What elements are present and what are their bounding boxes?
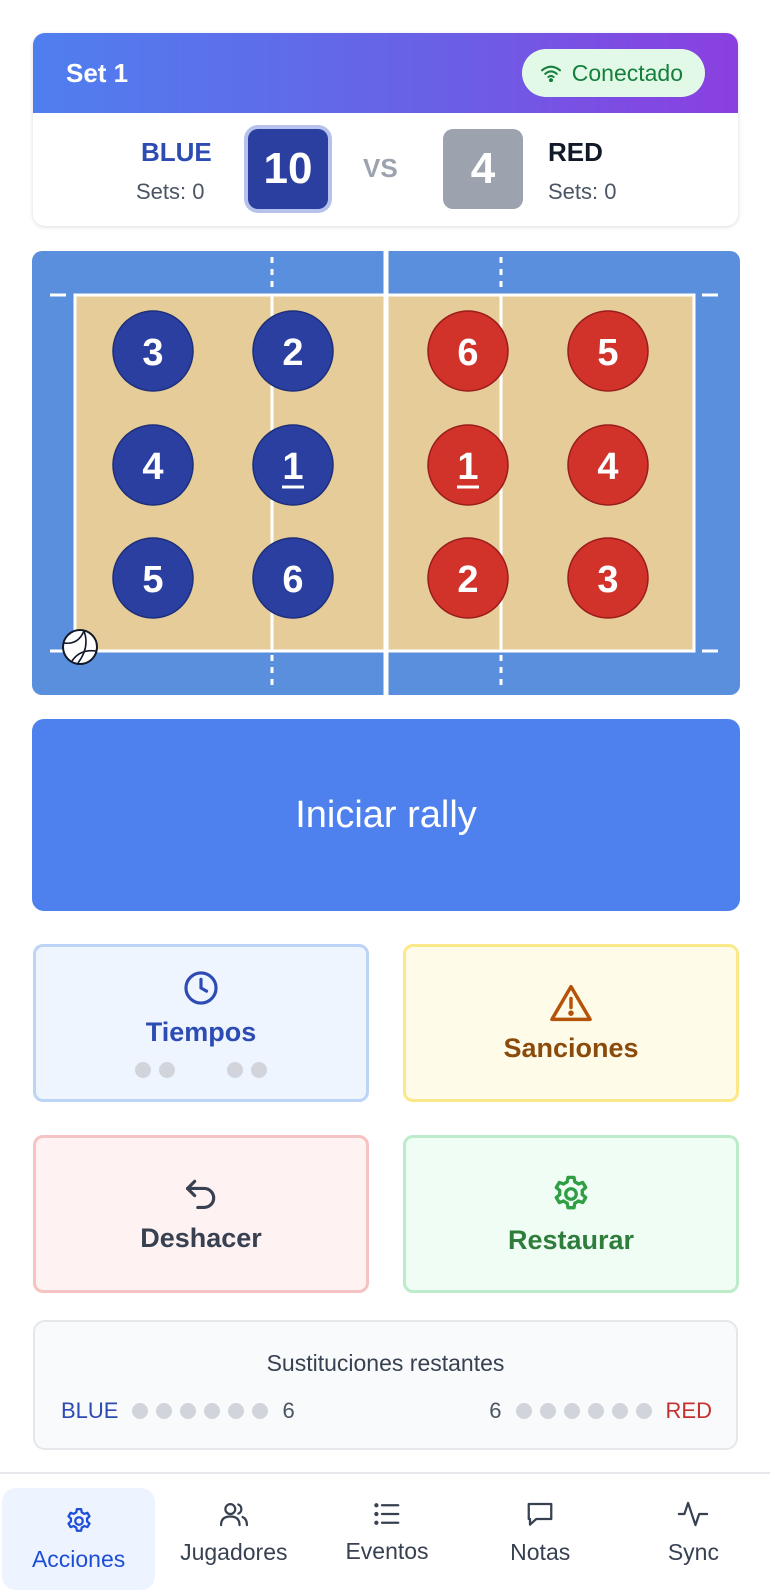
timeouts-label: Tiempos: [145, 1016, 257, 1047]
player-number: 4: [142, 446, 163, 488]
player-blue-2[interactable]: 2: [252, 310, 334, 392]
player-red-3[interactable]: 3: [567, 537, 649, 619]
player-red-1[interactable]: 1: [427, 424, 509, 506]
subs-blue-label: BLUE: [61, 1398, 119, 1423]
subs-blue-count: 6: [282, 1398, 295, 1423]
gear-icon: [66, 1507, 91, 1532]
sanctions-button[interactable]: Sanciones: [403, 944, 739, 1102]
sanctions-label: Sanciones: [503, 1032, 639, 1063]
player-number: 2: [457, 559, 478, 601]
player-number: 5: [597, 332, 618, 374]
subs-red-dots: [515, 1403, 652, 1419]
clock-icon: [184, 970, 218, 1005]
player-number: 4: [597, 446, 618, 488]
team-blue-score[interactable]: 10: [248, 129, 328, 209]
substitutions-panel: Sustituciones restantes BLUE 6 6 RED: [33, 1320, 738, 1450]
court-diagram: 3 2 4 1 5 6 6 5 1 4 2 3: [32, 251, 740, 695]
player-blue-3[interactable]: 3: [112, 310, 194, 392]
subs-red-label: RED: [665, 1398, 712, 1423]
restore-label: Restaurar: [507, 1224, 635, 1255]
subs-red-count: 6: [489, 1398, 502, 1423]
nav-sync[interactable]: Sync: [617, 1474, 770, 1590]
timeout-dot: [251, 1061, 267, 1078]
timeout-dot: [227, 1061, 243, 1078]
wifi-icon: [540, 65, 561, 82]
player-number: 1: [282, 446, 303, 488]
warning-icon: [550, 984, 592, 1021]
player-red-6[interactable]: 6: [427, 310, 509, 392]
player-number: 3: [142, 332, 163, 374]
nav-sync-label: Sync: [667, 1538, 719, 1565]
nav-jugadores[interactable]: Jugadores: [157, 1474, 310, 1590]
substitutions-title: Sustituciones restantes: [266, 1350, 505, 1376]
connection-badge: Conectado: [521, 49, 705, 97]
subs-blue-dots: [132, 1403, 269, 1419]
player-number: 1: [457, 446, 478, 488]
player-number: 6: [457, 332, 478, 374]
undo-label: Deshacer: [140, 1222, 262, 1253]
substitutions-blue: BLUE 6: [61, 1398, 295, 1424]
score-card: Set 1 Conectado BLUE Sets: 0 10 VS 4 RED…: [33, 33, 738, 226]
volleyball-icon: [62, 629, 98, 665]
bottom-nav: Acciones Jugadores Eventos Notas Sync: [0, 1472, 770, 1590]
nav-jugadores-label: Jugadores: [180, 1538, 288, 1565]
start-rally-button[interactable]: Iniciar rally: [32, 719, 740, 911]
player-blue-4[interactable]: 4: [112, 424, 194, 506]
substitutions-red: 6 RED: [489, 1398, 712, 1424]
timeout-dot: [135, 1061, 151, 1078]
nav-eventos-label: Eventos: [345, 1537, 429, 1564]
team-red-sets: Sets: 0: [548, 179, 617, 204]
undo-button[interactable]: Deshacer: [33, 1135, 369, 1293]
team-blue-name: BLUE: [141, 137, 212, 167]
player-red-4[interactable]: 4: [567, 424, 649, 506]
team-blue-sets: Sets: 0: [136, 179, 205, 204]
nav-eventos[interactable]: Eventos: [310, 1474, 463, 1590]
team-red-name: RED: [548, 137, 603, 167]
connection-status: Conectado: [571, 59, 683, 86]
player-blue-6[interactable]: 6: [252, 537, 334, 619]
team-red-score[interactable]: 4: [443, 129, 523, 209]
player-number: 6: [282, 559, 303, 601]
player-number: 2: [282, 332, 303, 374]
timeouts-button[interactable]: Tiempos: [33, 944, 369, 1102]
player-blue-5[interactable]: 5: [112, 537, 194, 619]
restore-button[interactable]: Restaurar: [403, 1135, 739, 1293]
nav-notas[interactable]: Notas: [464, 1474, 617, 1590]
player-red-5[interactable]: 5: [567, 310, 649, 392]
timeouts-indicator: [135, 1061, 267, 1078]
vs-label: VS: [363, 153, 398, 183]
set-label: Set 1: [66, 57, 129, 88]
court: 3 2 4 1 5 6 6 5 1 4 2 3: [32, 251, 740, 695]
score-header: Set 1 Conectado: [33, 33, 738, 113]
player-blue-1[interactable]: 1: [252, 424, 334, 506]
nav-acciones[interactable]: Acciones: [2, 1488, 156, 1590]
player-number: 5: [142, 559, 163, 601]
gear-icon: [554, 1175, 588, 1209]
message-icon: [527, 1502, 553, 1526]
activity-icon: [678, 1501, 709, 1526]
nav-acciones-label: Acciones: [31, 1545, 126, 1572]
list-icon: [374, 1502, 400, 1525]
timeout-dot: [159, 1061, 175, 1078]
undo-icon: [185, 1179, 216, 1209]
player-number: 3: [597, 559, 618, 601]
score-body: BLUE Sets: 0 10 VS 4 RED Sets: 0: [33, 113, 738, 226]
users-icon: [219, 1502, 248, 1526]
player-red-2[interactable]: 2: [427, 537, 509, 619]
nav-notas-label: Notas: [510, 1538, 571, 1565]
